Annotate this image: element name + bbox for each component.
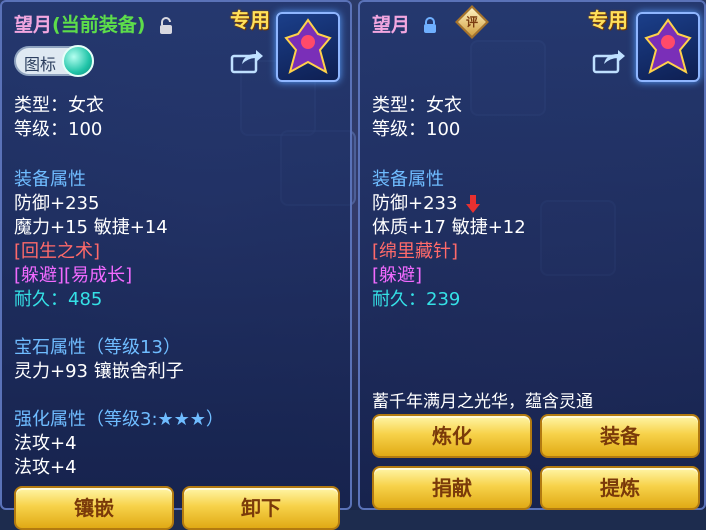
item-name: 望月 [14,14,53,36]
durability-label: 耐久： [14,289,68,310]
equipped-item-panel: 望月(当前装备) 专用 图标 类型：女衣 等级：100 装备属性 防御+235 … [0,0,352,530]
item-description: 蓄千年满月之光华，蕴含灵通 [372,392,593,412]
attr-line-row: 防御+233 [372,193,481,215]
icon-toggle[interactable]: 图标 [14,45,94,77]
down-arrow-icon [466,195,481,213]
attr-header: 装备属性 [372,169,444,190]
refine-button[interactable]: 炼化 [372,414,532,458]
item-name-row: 望月(当前装备) [14,10,174,37]
durability-label: 耐久： [372,289,426,310]
attr-line: 体质+17 敏捷+12 [372,217,526,238]
donate-button[interactable]: 捐献 [372,466,532,510]
durability-line: 耐久：485 [14,289,102,311]
attr-line: 防御+235 [14,193,100,214]
durability-value: 239 [426,289,461,310]
equip-button[interactable]: 装备 [540,414,700,458]
effect-line: [回生之术] [14,241,101,262]
gem-line: 灵力+93 镶嵌舍利子 [14,361,184,382]
gem-header: 宝石属性（等级13） [14,337,181,358]
level-line: 等级：100 [372,119,461,140]
type-line: 类型：女衣 [14,95,104,116]
enhance-line: 法攻+4 [14,457,77,478]
icon-toggle-label: 图标 [24,55,57,74]
item-name-row: 望月 [372,10,437,37]
durability-line: 耐久：239 [372,289,460,311]
effect-line: [绵里藏针] [372,241,459,262]
share-icon[interactable] [230,48,264,74]
enhance-header: 强化属性（等级3:★★★） [14,409,224,430]
skill-line: [躲避][易成长] [14,265,133,286]
portrait-icon [276,12,340,82]
type-line: 类型：女衣 [372,95,462,116]
level-line: 等级：100 [14,119,103,140]
evaluate-label: 评 [465,15,478,29]
unequip-button[interactable]: 卸下 [182,486,340,530]
share-icon[interactable] [592,48,626,74]
special-label: 专用 [230,8,270,32]
attr-line: 防御+233 [372,193,458,214]
compare-item-panel: 望月 评 专用 类型：女衣 等级：100 装备属性 防御+233 体质+17 敏… [358,0,706,510]
durability-value: 485 [68,289,103,310]
evaluate-badge[interactable]: 评 [455,5,489,39]
lock-icon[interactable] [423,17,437,34]
inlay-button[interactable]: 镶嵌 [14,486,174,530]
special-label: 专用 [588,8,628,32]
portrait-icon [636,12,700,82]
equipped-tag: (当前装备) [52,14,146,36]
attr-header: 装备属性 [14,169,86,190]
extract-button[interactable]: 提炼 [540,466,700,510]
toggle-knob [62,45,94,77]
enhance-line: 法攻+4 [14,433,77,454]
lock-open-icon[interactable] [158,16,174,35]
skill-line: [躲避] [372,265,423,286]
attr-line: 魔力+15 敏捷+14 [14,217,168,238]
item-name: 望月 [372,14,411,36]
